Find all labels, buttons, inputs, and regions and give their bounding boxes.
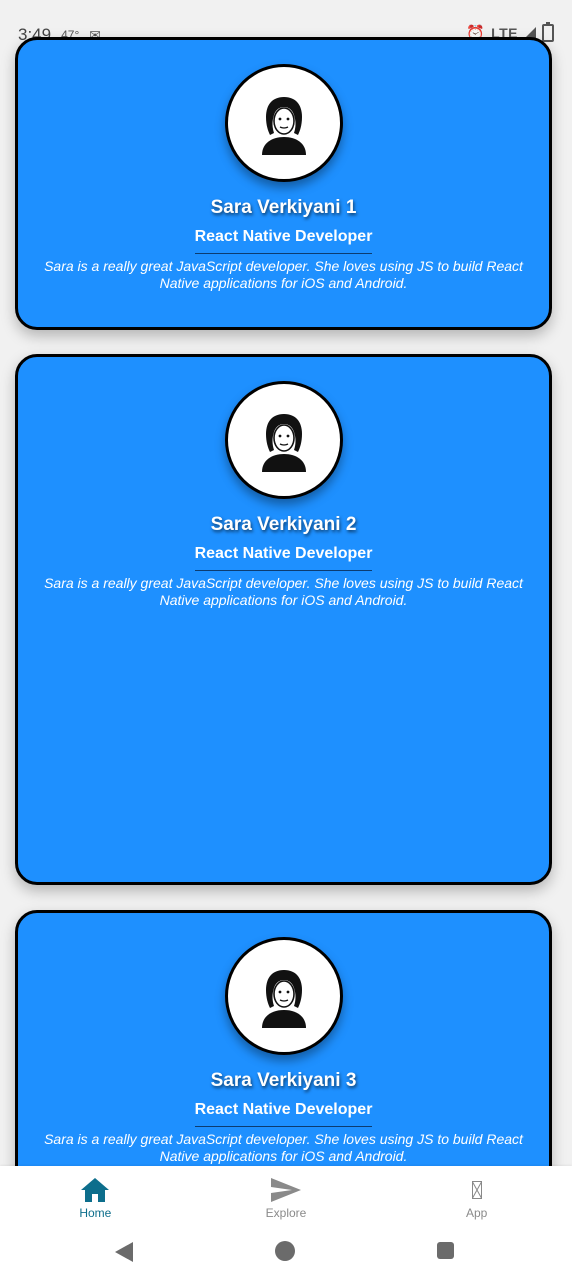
tab-app[interactable]: App xyxy=(381,1166,572,1228)
avatar-icon xyxy=(249,89,318,157)
profile-card: Sara Verkiyani 1 React Native Developer … xyxy=(15,37,552,330)
tab-explore[interactable]: Explore xyxy=(191,1166,382,1228)
tab-label: Home xyxy=(79,1206,112,1220)
card-description: Sara is a really great JavaScript develo… xyxy=(44,1131,523,1164)
avatar-icon xyxy=(249,962,318,1030)
profile-card: Sara Verkiyani 3 React Native Developer … xyxy=(15,910,552,1210)
avatar xyxy=(224,937,343,1055)
home-icon xyxy=(80,1176,110,1204)
home-circle-icon xyxy=(275,1241,295,1261)
card-role: React Native Developer xyxy=(194,1101,373,1127)
avatar xyxy=(224,64,343,182)
profile-card: Sara Verkiyani 2 React Native Developer … xyxy=(15,354,552,885)
tab-home[interactable]: Home xyxy=(0,1166,191,1228)
recents-icon xyxy=(437,1242,454,1259)
avatar xyxy=(224,381,343,499)
home-button[interactable] xyxy=(275,1241,295,1261)
back-button[interactable] xyxy=(114,1241,134,1268)
card-description: Sara is a really great JavaScript develo… xyxy=(44,258,523,291)
tab-label: Explore xyxy=(265,1206,307,1220)
card-description: Sara is a really great JavaScript develo… xyxy=(44,575,523,608)
system-navigation-bar xyxy=(0,1228,572,1280)
card-role: React Native Developer xyxy=(194,545,373,571)
tab-label: App xyxy=(466,1206,488,1220)
card-name: Sara Verkiyani 1 xyxy=(210,197,357,218)
card-role: React Native Developer xyxy=(194,228,373,254)
recents-button[interactable] xyxy=(437,1241,454,1259)
bottom-tab-bar: Home Explore App xyxy=(0,1166,572,1228)
card-name: Sara Verkiyani 2 xyxy=(210,514,357,535)
card-name: Sara Verkiyani 3 xyxy=(210,1070,357,1091)
back-icon xyxy=(115,1242,133,1262)
battery-icon xyxy=(542,22,554,42)
missing-glyph-icon xyxy=(471,1181,482,1199)
send-icon xyxy=(270,1176,302,1204)
avatar-icon xyxy=(249,406,318,474)
